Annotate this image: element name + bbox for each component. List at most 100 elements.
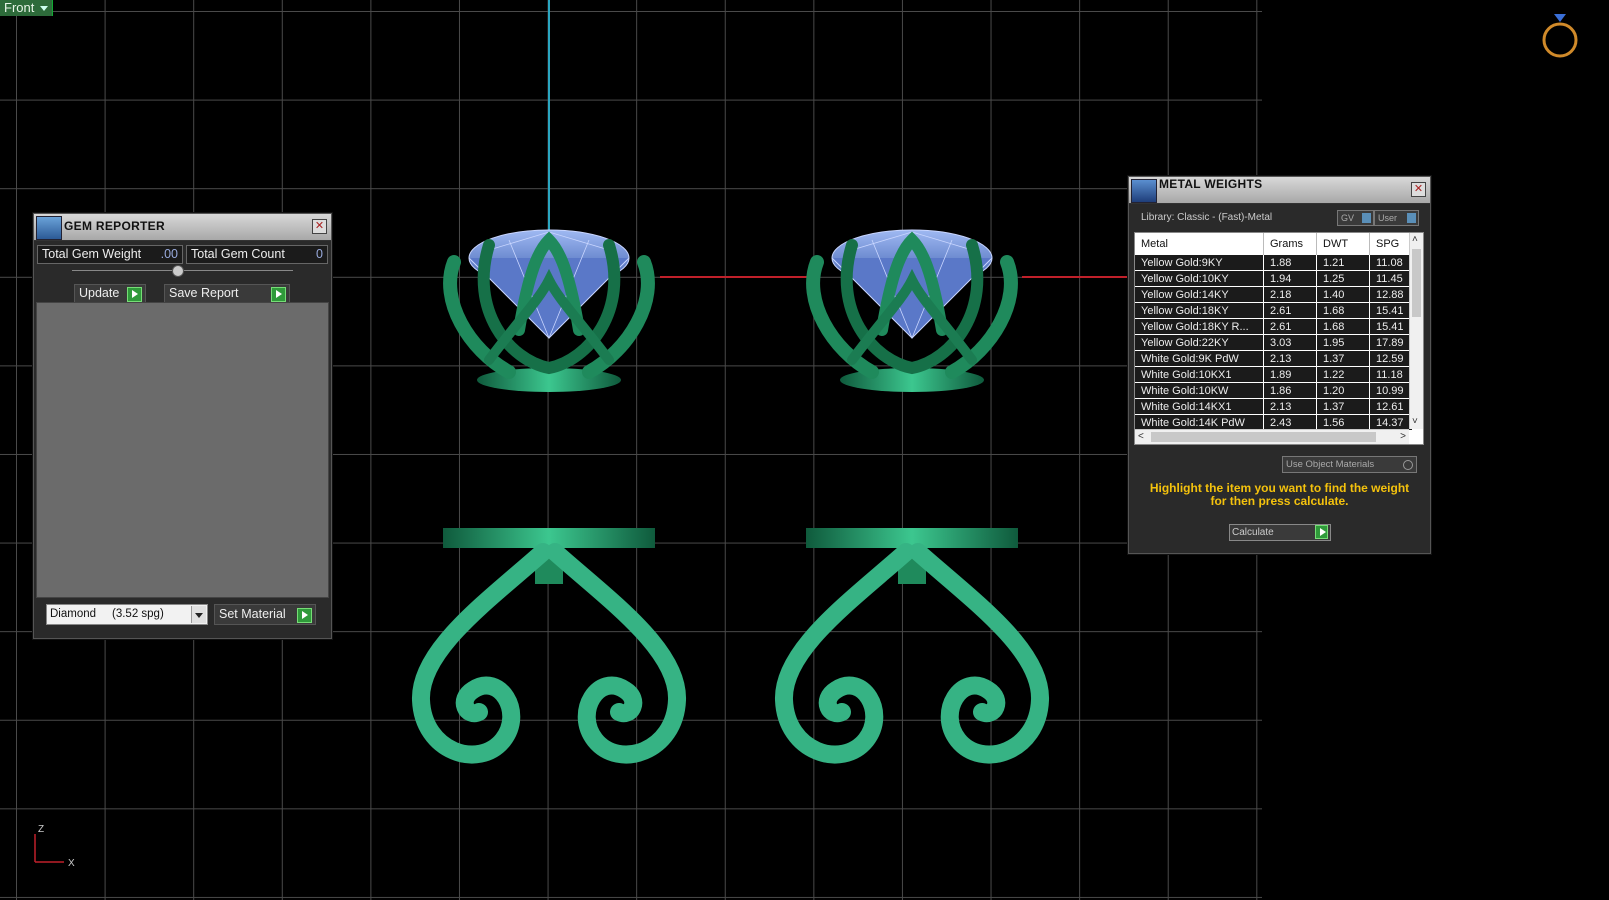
metal-weights-panel[interactable]: METAL WEIGHTS ✕ Library: Classic - (Fast…	[1128, 176, 1431, 554]
metal-cell-metal: Yellow Gold:18KY	[1135, 302, 1264, 319]
scroll-up-icon[interactable]: ˄	[1412, 234, 1418, 246]
metal-cell-metal: Yellow Gold:14KY	[1135, 286, 1264, 303]
col-dwt-header[interactable]: DWT	[1316, 233, 1370, 255]
ring-icon[interactable]	[1538, 8, 1582, 60]
metal-cell-dwt: 1.40	[1316, 286, 1370, 303]
play-arrow-icon	[297, 608, 312, 623]
metal-cell-dwt: 1.68	[1316, 318, 1370, 335]
metal-cell-spg: 11.18	[1369, 366, 1413, 383]
calculate-hint: Highlight the item you want to find the …	[1149, 481, 1410, 508]
col-grams-header[interactable]: Grams	[1263, 233, 1317, 255]
metal-table-row[interactable]: White Gold:9K PdW 2.13 1.37 12.59	[1135, 350, 1413, 367]
gem-totals-row: Total Gem Weight .00 Total Gem Count 0	[37, 245, 328, 264]
metal-cell-grams: 3.03	[1263, 334, 1317, 351]
scroll-drop-right[interactable]	[775, 528, 1049, 764]
user-toggle-label: User	[1378, 213, 1398, 223]
gem-setting-right[interactable]	[806, 229, 1018, 392]
metal-cell-grams: 1.88	[1263, 255, 1317, 271]
viewport-view-selector[interactable]: Front	[0, 0, 54, 16]
gem-reporter-app-icon	[36, 216, 62, 240]
metal-cell-metal: White Gold:14KX1	[1135, 398, 1264, 415]
update-button-label: Update	[79, 286, 120, 300]
gem-reporter-panel[interactable]: GEM REPORTER ✕ Total Gem Weight .00 Tota…	[33, 213, 332, 639]
horizontal-scrollbar[interactable]: < >	[1135, 429, 1409, 444]
metal-cell-grams: 2.13	[1263, 398, 1317, 415]
viewport-view-label: Front	[4, 0, 35, 15]
metal-cell-dwt: 1.22	[1316, 366, 1370, 383]
save-report-button[interactable]: Save Report	[164, 284, 290, 303]
metal-cell-metal: White Gold:9K PdW	[1135, 350, 1264, 367]
metal-cell-grams: 2.13	[1263, 350, 1317, 367]
metal-weights-title: METAL WEIGHTS	[1159, 177, 1263, 191]
save-report-button-label: Save Report	[169, 286, 239, 300]
scroll-down-icon[interactable]: ˅	[1412, 416, 1418, 428]
metal-cell-spg: 15.41	[1369, 302, 1413, 319]
metal-cell-dwt: 1.68	[1316, 302, 1370, 319]
metal-table-row[interactable]: Yellow Gold:18KY 2.61 1.68 15.41	[1135, 302, 1413, 319]
metal-table-row[interactable]: White Gold:10KX1 1.89 1.22 11.18	[1135, 366, 1413, 383]
gem-slider-handle[interactable]	[172, 265, 184, 277]
user-toggle[interactable]: User	[1374, 210, 1419, 226]
drop-bar-right	[806, 528, 1018, 548]
metal-table-row[interactable]: Yellow Gold:14KY 2.18 1.40 12.88	[1135, 286, 1413, 303]
metal-cell-spg: 12.59	[1369, 350, 1413, 367]
use-object-materials-toggle[interactable]: Use Object Materials	[1282, 456, 1417, 473]
metal-table-row[interactable]: Yellow Gold:18KY R... 2.61 1.68 15.41	[1135, 318, 1413, 335]
gem-material-select[interactable]: Diamond (3.52 spg)	[46, 604, 208, 625]
vertical-scrollbar[interactable]: ˄ ˅	[1409, 233, 1423, 429]
metal-table[interactable]: Metal Grams DWT SPG Yellow Gold:9KY 1.88 1…	[1134, 232, 1424, 445]
gv-toggle[interactable]: GV	[1337, 210, 1374, 226]
col-metal-header[interactable]: Metal	[1135, 233, 1264, 255]
metal-cell-metal: Yellow Gold:10KY	[1135, 270, 1264, 287]
metal-cell-dwt: 1.95	[1316, 334, 1370, 351]
metal-cell-dwt: 1.21	[1316, 255, 1370, 271]
col-spg-header[interactable]: SPG	[1369, 233, 1413, 255]
gem-reporter-title: GEM REPORTER	[64, 219, 165, 233]
metal-weights-app-icon	[1131, 179, 1157, 203]
metal-table-row[interactable]: White Gold:14KX1 2.13 1.37 12.61	[1135, 398, 1413, 415]
total-gem-count-label: Total Gem Count	[191, 247, 285, 261]
metal-cell-grams: 2.18	[1263, 286, 1317, 303]
scroll-drop-left[interactable]	[412, 528, 686, 764]
metal-cell-spg: 17.89	[1369, 334, 1413, 351]
metal-cell-metal: White Gold:10KW	[1135, 382, 1264, 399]
metal-table-row[interactable]: Yellow Gold:22KY 3.03 1.95 17.89	[1135, 334, 1413, 351]
metal-table-header: Metal Grams DWT SPG	[1135, 233, 1413, 255]
total-gem-count-field: Total Gem Count 0	[186, 245, 328, 264]
close-icon[interactable]: ✕	[1411, 182, 1426, 197]
metal-cell-grams: 1.89	[1263, 366, 1317, 383]
total-gem-weight-field: Total Gem Weight .00	[37, 245, 183, 264]
metal-cell-grams: 1.94	[1263, 270, 1317, 287]
update-button[interactable]: Update	[74, 284, 146, 303]
axis-gizmo: Z X	[34, 824, 75, 869]
axis-x-label: X	[68, 858, 75, 869]
gem-material-selected: Diamond (3.52 spg)	[50, 608, 164, 620]
metal-cell-spg: 15.41	[1369, 318, 1413, 335]
close-icon[interactable]: ✕	[312, 219, 327, 234]
metal-table-row[interactable]: Yellow Gold:9KY 1.88 1.21 11.08	[1135, 255, 1413, 271]
calculate-button[interactable]: Calculate	[1229, 524, 1331, 541]
scroll-right-icon[interactable]: >	[1400, 431, 1406, 443]
calculate-button-label: Calculate	[1232, 527, 1274, 538]
metal-cell-spg: 11.45	[1369, 270, 1413, 287]
toggle-icon	[1407, 213, 1416, 223]
metal-cell-spg: 11.08	[1369, 255, 1413, 271]
radio-icon	[1403, 460, 1413, 470]
toggle-icon	[1362, 213, 1371, 223]
gem-reporter-titlebar[interactable]: GEM REPORTER ✕	[34, 214, 331, 241]
gem-setting-left[interactable]	[443, 229, 655, 392]
scroll-left-icon[interactable]: <	[1138, 431, 1144, 443]
chevron-down-icon	[191, 606, 206, 623]
metal-table-row[interactable]: Yellow Gold:10KY 1.94 1.25 11.45	[1135, 270, 1413, 287]
scrollbar-thumb[interactable]	[1412, 249, 1421, 317]
metal-table-row[interactable]: White Gold:10KW 1.86 1.20 10.99	[1135, 382, 1413, 399]
gem-report-list[interactable]	[36, 302, 329, 598]
play-arrow-icon	[271, 287, 286, 302]
scrollbar-thumb[interactable]	[1151, 432, 1376, 442]
metal-cell-spg: 12.88	[1369, 286, 1413, 303]
metal-cell-metal: Yellow Gold:18KY R...	[1135, 318, 1264, 335]
total-gem-count-value: 0	[316, 247, 323, 261]
metal-weights-titlebar[interactable]: METAL WEIGHTS ✕	[1129, 177, 1430, 204]
metal-cell-spg: 12.61	[1369, 398, 1413, 415]
set-material-button[interactable]: Set Material	[214, 604, 316, 625]
